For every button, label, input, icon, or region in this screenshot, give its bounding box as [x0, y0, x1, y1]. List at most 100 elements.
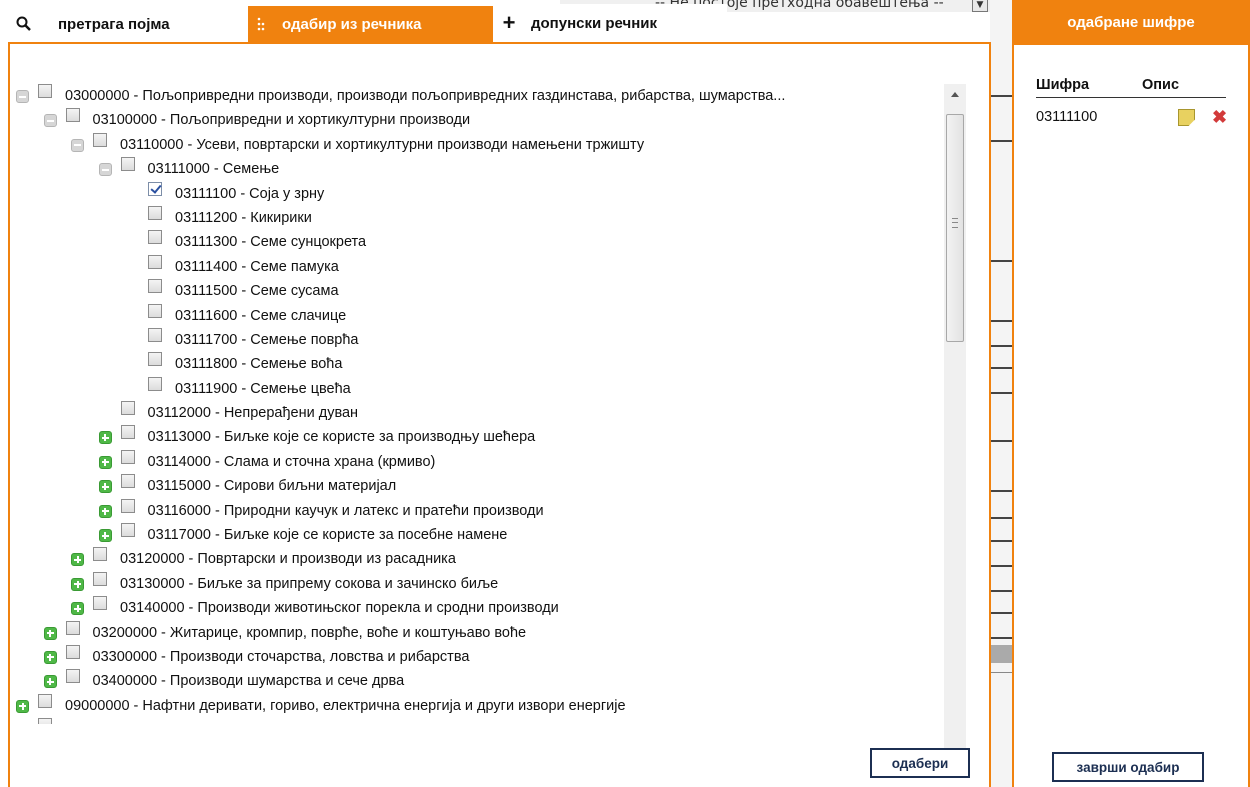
tree-checkbox[interactable] [148, 230, 162, 245]
tab-dictionary-select[interactable]: одабир из речника [248, 6, 493, 42]
tree-checkbox[interactable] [148, 376, 162, 391]
tree-checkbox[interactable] [120, 498, 135, 513]
search-icon [8, 16, 40, 32]
tree-item-label[interactable]: 03112000 - Непрерађени дуван [148, 405, 359, 421]
tree-item-label[interactable]: 03117000 - Биљке које се користе за посе… [148, 527, 508, 543]
tree-checkbox[interactable] [93, 547, 107, 562]
tree-item-label[interactable]: 03130000 - Биљке за припрему сокова и за… [120, 576, 498, 592]
tree-checkbox[interactable] [148, 254, 162, 269]
tab-supplementary-dictionary[interactable]: + допунски речник [493, 4, 727, 42]
tree-item-label[interactable]: 03100000 - Пољопривредни и хортикултурни… [93, 112, 471, 128]
tree-checkbox[interactable] [148, 279, 162, 294]
choose-button[interactable]: одабери [870, 748, 970, 778]
expand-icon[interactable] [43, 675, 57, 689]
tree-item-label[interactable]: 03300000 - Производи сточарства, ловства… [93, 649, 470, 665]
tree-item-label[interactable]: 03000000 - Пољопривредни производи, прои… [65, 88, 785, 104]
tree-item-label[interactable]: 03111800 - Семење воћа [175, 356, 342, 372]
expand-icon[interactable] [71, 602, 84, 616]
tree-item-label[interactable]: 03111300 - Семе сунцокрета [175, 234, 366, 250]
tree-item-label[interactable]: 03111600 - Семе слачице [175, 308, 346, 324]
tree-row: 03115000 - Сирови биљни материјал [38, 474, 938, 498]
tree-item-label[interactable]: 03111400 - Семе памука [175, 259, 339, 275]
tree-item-label[interactable]: 03200000 - Житарице, кромпир, поврће, во… [93, 625, 527, 641]
tree-row: 03111400 - Семе памука [38, 254, 938, 279]
collapse-icon[interactable] [16, 90, 29, 103]
expand-icon[interactable] [98, 455, 112, 469]
tree-row: 03111800 - Семење воћа [38, 352, 938, 376]
tree-checkbox[interactable] [148, 327, 162, 342]
tree-checkbox[interactable] [148, 352, 162, 367]
dictionary-panel: 03000000 - Пољопривредни производи, прои… [8, 42, 991, 787]
tree-checkbox[interactable] [65, 108, 80, 123]
expand-icon[interactable] [98, 431, 112, 445]
tree-checkbox[interactable] [65, 669, 80, 684]
expand-icon[interactable] [71, 577, 84, 591]
tree-row: 03140000 - Производи животињског порекла… [38, 596, 938, 620]
tree-checkbox[interactable] [38, 84, 52, 98]
tree-checkbox[interactable] [148, 181, 162, 196]
tree-item-label[interactable]: 03111100 - Соја у зрну [175, 186, 324, 202]
tree-item-label[interactable]: 03110000 - Усеви, повртарски и хортикулт… [120, 137, 644, 153]
background-page-strip [990, 0, 1012, 787]
tree-item-label[interactable]: 03120000 - Повртарски и производи из рас… [120, 551, 456, 567]
expand-icon[interactable] [43, 626, 57, 640]
tree-checkbox[interactable] [120, 425, 135, 440]
tab-label: одабир из речника [282, 15, 422, 33]
expand-icon[interactable] [98, 480, 112, 494]
scroll-up-button[interactable] [944, 84, 966, 104]
tree-checkbox[interactable] [120, 449, 135, 464]
tree-checkbox[interactable] [120, 523, 135, 538]
tree-checkbox[interactable] [120, 157, 135, 172]
tree-row: 03113000 - Биљке које се користе за прои… [38, 425, 938, 449]
tree-item-label[interactable]: 03111200 - Кикирики [175, 210, 312, 226]
tree-row: 03110000 - Усеви, повртарски и хортикулт… [38, 132, 938, 157]
expand-icon[interactable] [98, 504, 112, 518]
note-icon[interactable] [1178, 109, 1195, 126]
tree-dots-icon [248, 16, 280, 32]
codes-table-header: Шифра Опис [1036, 77, 1226, 98]
tree-item-label[interactable]: 03111000 - Семење [148, 161, 280, 177]
expand-icon[interactable] [16, 699, 29, 713]
remove-icon[interactable]: ✖ [1212, 108, 1228, 126]
tree-checkbox[interactable] [93, 596, 107, 611]
collapse-icon[interactable] [71, 138, 84, 152]
tree-row: 03000000 - Пољопривредни производи, прои… [16, 84, 938, 108]
tree-row: 03130000 - Биљке за припрему сокова и за… [38, 571, 938, 596]
scroll-thumb[interactable] [946, 114, 964, 342]
expand-icon[interactable] [98, 529, 112, 543]
tree-item-label[interactable]: 03115000 - Сирови биљни материјал [148, 478, 397, 494]
tree-row: 03111600 - Семе слачице [38, 303, 938, 328]
dropdown-arrow-icon: ▼ [972, 0, 988, 12]
tree-row-partial [38, 718, 938, 725]
tree-checkbox[interactable] [93, 132, 107, 147]
tab-label: допунски речник [531, 14, 658, 32]
tree-row: 03111100 - Соја у зрну [38, 181, 938, 206]
tree-item-label[interactable]: 09000000 - Нафтни деривати, гориво, елек… [65, 698, 626, 714]
tree-checkbox[interactable] [65, 644, 80, 659]
tree-row: 03111200 - Кикирики [38, 205, 938, 230]
collapse-icon[interactable] [43, 114, 57, 128]
tree-item-label[interactable]: 03111900 - Семење цвећа [175, 381, 351, 397]
tree-item-label[interactable]: 03114000 - Слама и сточна храна (крмиво) [148, 454, 436, 470]
tree-checkbox[interactable] [120, 474, 135, 489]
tab-term-search[interactable]: претрага појма [8, 6, 248, 42]
tree-item-label[interactable]: 03111500 - Семе сусама [175, 283, 339, 299]
expand-icon[interactable] [71, 553, 84, 567]
tree-scrollbar[interactable] [944, 84, 966, 766]
tree-checkbox[interactable] [93, 571, 107, 586]
tree-item-label[interactable]: 03111700 - Семење поврћа [175, 332, 359, 348]
tree-checkbox[interactable] [38, 693, 52, 708]
finish-selection-button[interactable]: заврши одабир [1052, 752, 1204, 782]
tree-checkbox[interactable] [148, 303, 162, 318]
collapse-icon[interactable] [98, 163, 112, 177]
tree-checkbox[interactable] [148, 205, 162, 220]
tree-item-label[interactable]: 03116000 - Природни каучук и латекс и пр… [148, 503, 544, 519]
tree-checkbox[interactable] [65, 620, 80, 635]
tree-row: 03111500 - Семе сусама [38, 279, 938, 303]
tree-checkbox[interactable] [38, 718, 52, 725]
tree-checkbox[interactable] [120, 401, 135, 416]
tree-item-label[interactable]: 03140000 - Производи животињског порекла… [120, 600, 559, 616]
expand-icon[interactable] [43, 650, 57, 664]
tree-item-label[interactable]: 03113000 - Биљке које се користе за прои… [148, 429, 536, 445]
tree-item-label[interactable]: 03400000 - Производи шумарства и сече др… [93, 673, 405, 689]
